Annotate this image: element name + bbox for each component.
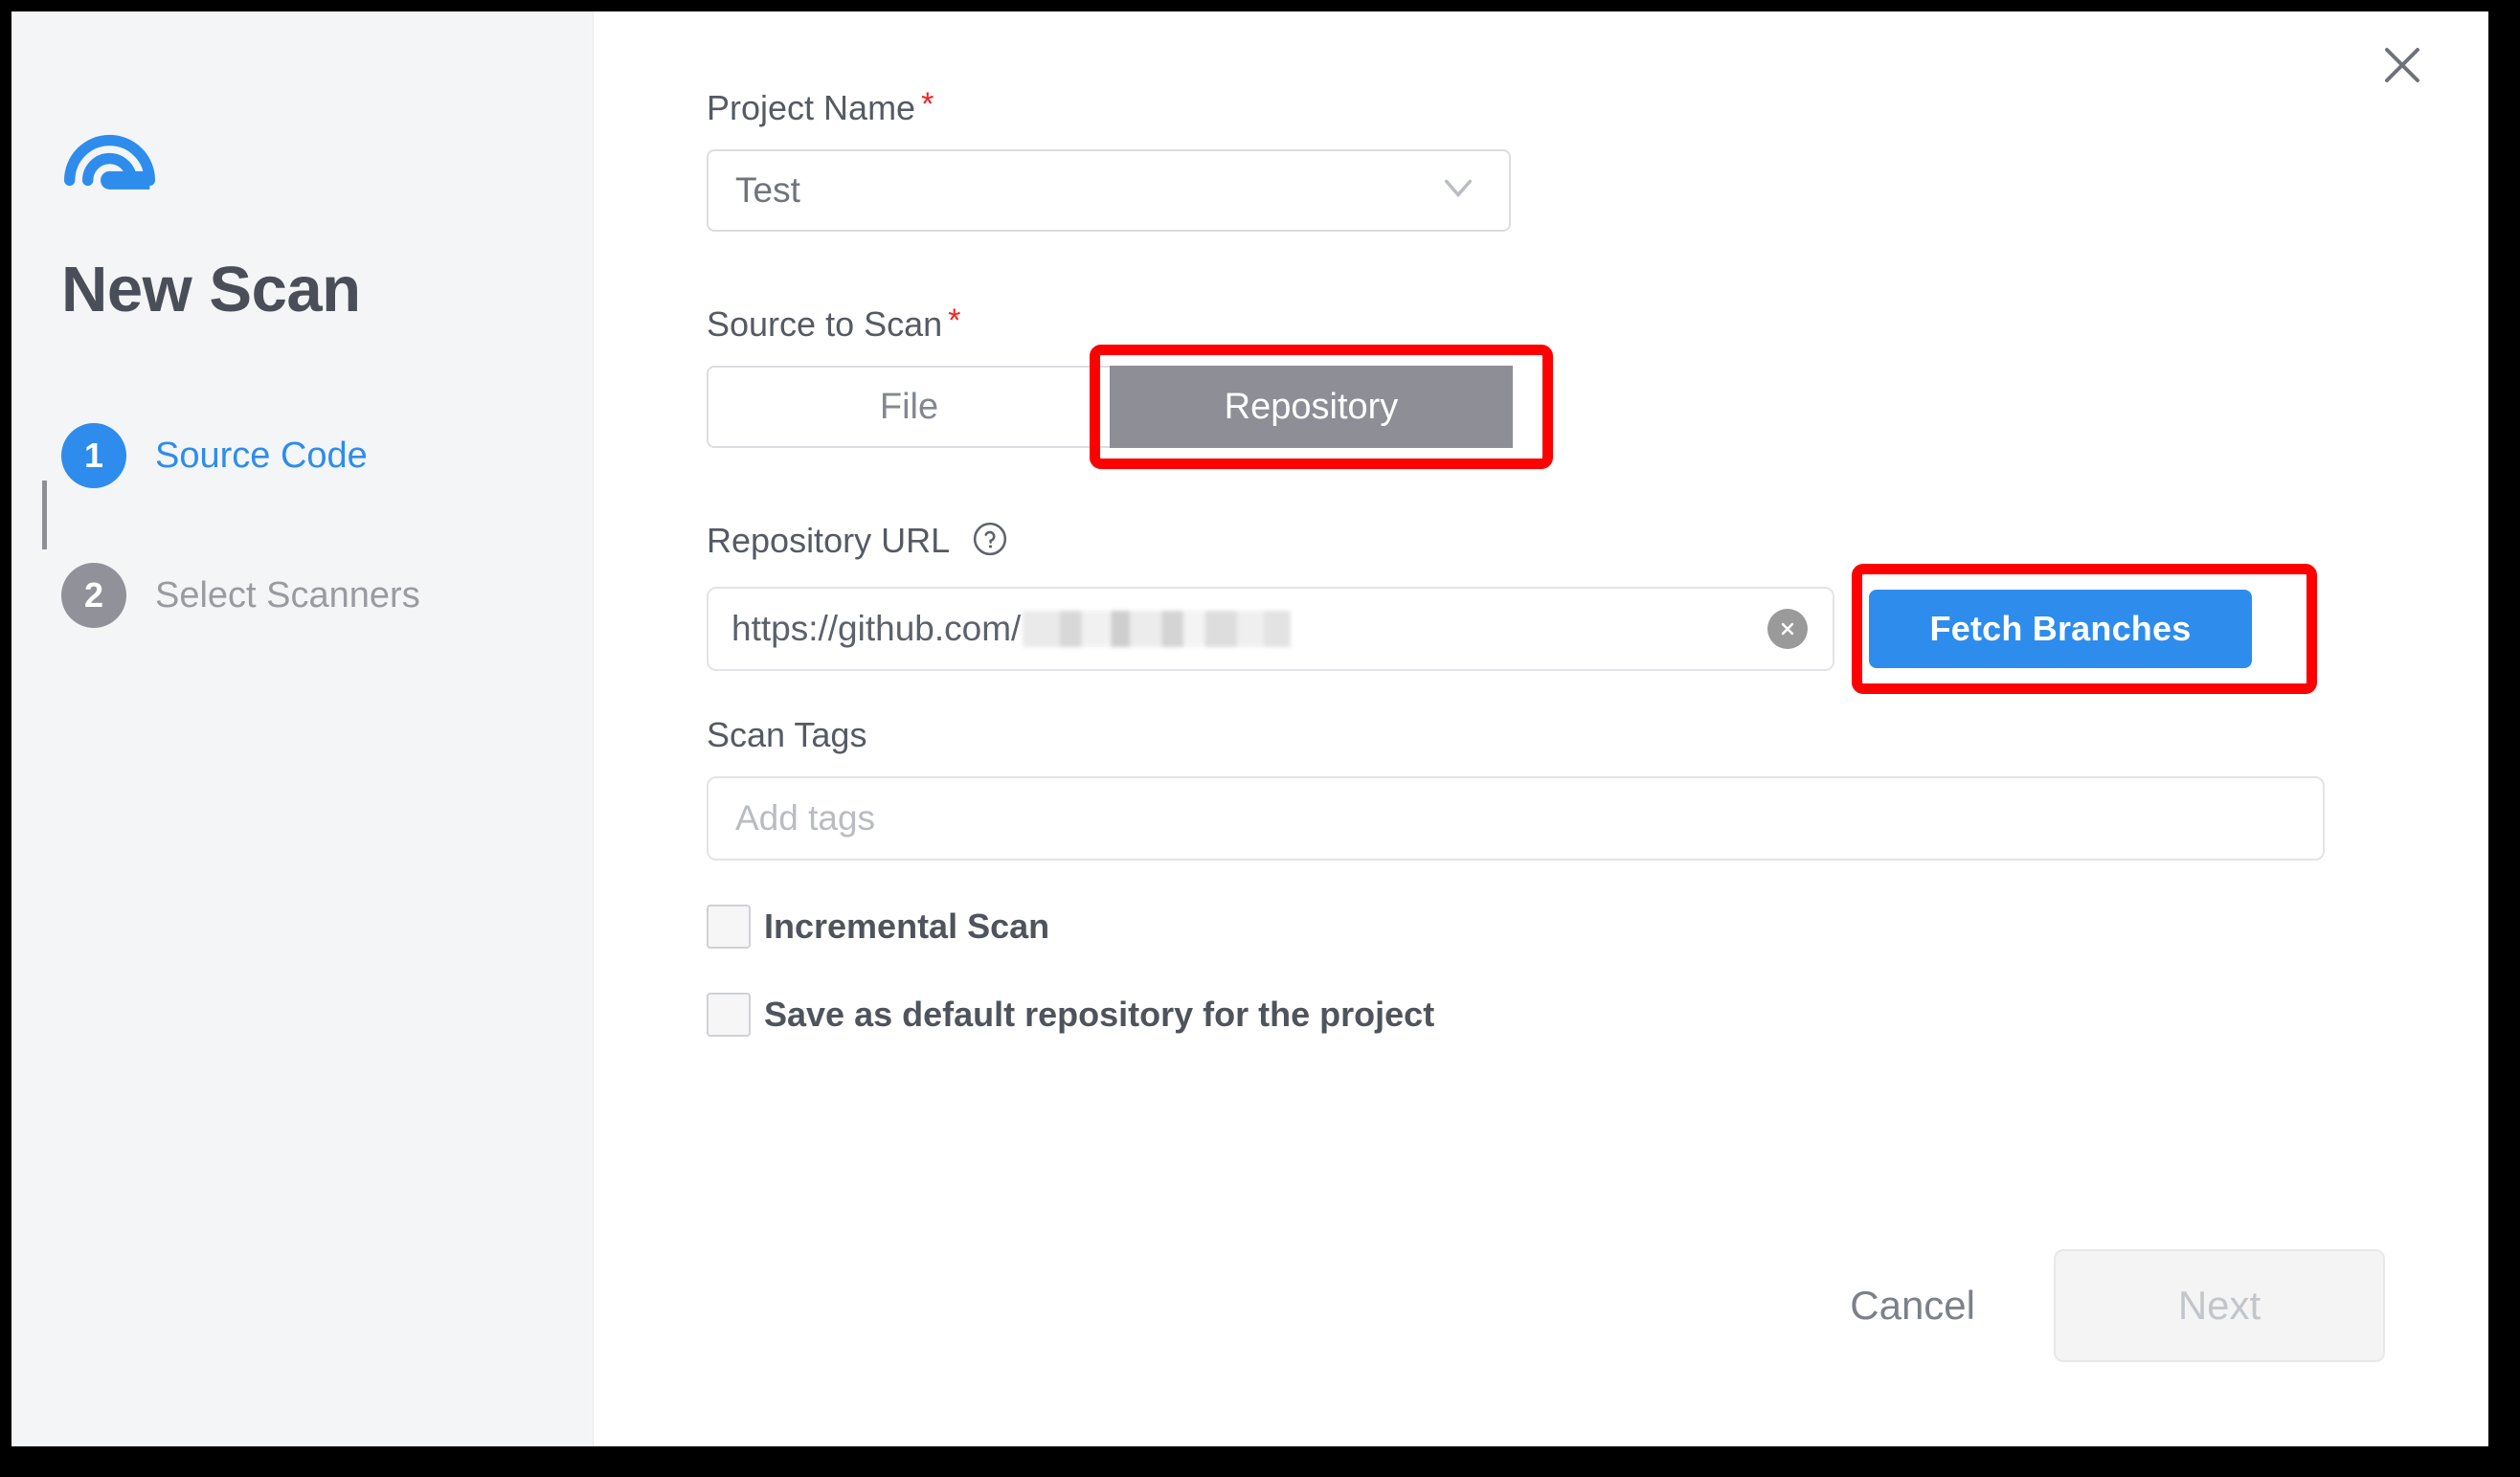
incremental-scan-checkbox-row[interactable]: Incremental Scan	[707, 905, 2431, 949]
help-circle-icon[interactable]	[972, 521, 1008, 566]
step-number-badge-2: 2	[61, 563, 126, 628]
scan-tags-input[interactable]: Add tags	[707, 776, 2325, 861]
project-name-label: Project Name *	[707, 88, 2431, 128]
new-scan-form: Project Name * Test Source to Scan * Fil…	[707, 88, 2431, 1037]
incremental-scan-label: Incremental Scan	[764, 906, 1050, 946]
screenshot-frame: New Scan 1 Source Code 2 Select Scanners	[0, 0, 2520, 1477]
source-toggle-file[interactable]: File	[707, 366, 1110, 448]
repository-url-label: Repository URL	[707, 521, 2431, 566]
step-connector-line	[42, 481, 47, 549]
repository-url-redacted-segment	[1023, 611, 1292, 647]
project-name-selected-value: Test	[735, 170, 800, 210]
scan-tags-label: Scan Tags	[707, 715, 867, 754]
source-toggle-repository[interactable]: Repository	[1110, 366, 1513, 448]
dialog-main-panel: Project Name * Test Source to Scan * Fil…	[594, 11, 2488, 1446]
chevron-down-icon	[1438, 168, 1478, 213]
step-label-select-scanners: Select Scanners	[155, 574, 420, 615]
new-scan-dialog: New Scan 1 Source Code 2 Select Scanners	[11, 11, 2488, 1446]
save-default-repo-checkbox[interactable]	[707, 993, 751, 1037]
repository-url-row: https://github.com/ Fetch Branches	[707, 564, 2431, 694]
project-name-required-marker: *	[921, 86, 934, 123]
repository-url-input[interactable]: https://github.com/	[707, 587, 1834, 671]
project-name-select[interactable]: Test	[707, 149, 1511, 232]
fetch-branches-button[interactable]: Fetch Branches	[1869, 590, 2252, 668]
source-to-scan-label-text: Source to Scan	[707, 304, 943, 344]
step-number-badge-1: 1	[61, 423, 126, 488]
clear-circle-icon[interactable]	[1767, 609, 1808, 649]
scan-tags-placeholder: Add tags	[735, 798, 876, 838]
save-default-repo-label: Save as default repository for the proje…	[764, 995, 1435, 1034]
source-to-scan-label: Source to Scan *	[707, 304, 2431, 345]
close-icon[interactable]	[2375, 38, 2429, 92]
repository-url-value: https://github.com/	[731, 609, 1022, 648]
save-default-repo-checkbox-row[interactable]: Save as default repository for the proje…	[707, 993, 2431, 1037]
project-name-label-text: Project Name	[707, 88, 916, 127]
dialog-footer: Cancel Next	[1821, 1249, 2385, 1362]
source-to-scan-toggle-group: File Repository	[707, 345, 1553, 469]
step-list: 1 Source Code 2 Select Scanners	[61, 418, 559, 633]
next-button[interactable]: Next	[2054, 1249, 2385, 1362]
radar-spiral-logo-icon	[64, 115, 155, 206]
repository-url-label-text: Repository URL	[707, 521, 949, 561]
sidebar-step-select-scanners[interactable]: 2 Select Scanners	[61, 558, 559, 633]
source-to-scan-required-marker: *	[948, 302, 961, 339]
cancel-button[interactable]: Cancel	[1821, 1283, 2004, 1329]
dialog-title: New Scan	[61, 254, 361, 325]
sidebar-step-source-code[interactable]: 1 Source Code	[61, 418, 559, 493]
step-label-source-code: Source Code	[155, 435, 368, 476]
incremental-scan-checkbox[interactable]	[707, 905, 751, 949]
dialog-sidebar: New Scan 1 Source Code 2 Select Scanners	[11, 11, 594, 1446]
